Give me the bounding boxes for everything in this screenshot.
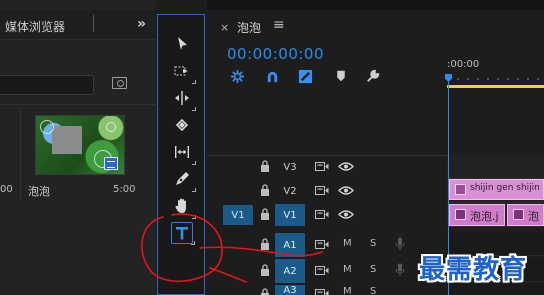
lock-icon[interactable]: [260, 160, 270, 172]
slip-icon[interactable]: [171, 141, 196, 165]
arrow-pointer-icon[interactable]: [171, 33, 193, 55]
thumbnail-placeholder: [52, 126, 82, 154]
fx-badge-icon: [455, 184, 466, 195]
track-name-v3[interactable]: V3: [275, 156, 305, 178]
text-clip-v2[interactable]: shijin gen shijin sa: [449, 179, 544, 200]
track-header-v3: V3: [207, 155, 447, 179]
media-search-input[interactable]: [0, 75, 94, 95]
media-divider-vertical: [20, 108, 21, 200]
time-ruler[interactable]: :00:00: [447, 44, 544, 88]
toggle-sync-lock-icon[interactable]: [315, 185, 329, 196]
lock-icon[interactable]: [260, 288, 270, 295]
lock-icon[interactable]: [260, 208, 270, 220]
tool-submenu-indicator: [192, 80, 196, 84]
toggle-sync-lock-icon[interactable]: [315, 288, 329, 295]
eye-icon[interactable]: [338, 161, 354, 172]
toggle-sync-lock-icon[interactable]: [315, 209, 329, 220]
double-chevron-right-icon[interactable]: »: [137, 16, 146, 32]
tool-submenu-indicator: [191, 241, 195, 245]
lock-icon[interactable]: [260, 238, 270, 250]
tool-submenu-indicator: [192, 188, 196, 192]
pen-icon[interactable]: [171, 168, 196, 192]
lock-icon[interactable]: [260, 264, 270, 276]
linked-selection-icon[interactable]: [297, 68, 313, 84]
eye-icon[interactable]: [338, 209, 354, 220]
solo-button[interactable]: S: [370, 264, 376, 275]
track-name-v2[interactable]: V2: [275, 180, 305, 202]
toggle-sync-lock-icon[interactable]: [315, 265, 329, 276]
track-lane-v3[interactable]: [447, 155, 544, 179]
tool-submenu-indicator: [192, 107, 196, 111]
panel-menu-icon[interactable]: ≡: [273, 17, 285, 33]
clip-duration-fragment: 00: [0, 184, 13, 195]
hand-icon[interactable]: [171, 195, 196, 219]
track-name-a1[interactable]: A1: [275, 233, 305, 257]
clip-label: 泡: [528, 210, 539, 223]
clip-duration: 5:00: [113, 184, 136, 195]
add-marker-icon[interactable]: [333, 68, 349, 84]
bubble-graphic: [106, 122, 116, 132]
solo-button[interactable]: S: [370, 286, 376, 295]
playhead-timecode[interactable]: 00:00:00:00: [227, 45, 324, 63]
nest-icon[interactable]: [229, 68, 245, 84]
ruler-timecode: :00:00: [447, 59, 480, 70]
mute-button[interactable]: M: [343, 264, 352, 275]
track-select-icon[interactable]: [171, 60, 196, 84]
toggle-sync-lock-icon[interactable]: [315, 239, 329, 250]
close-icon[interactable]: ×: [220, 21, 229, 34]
video-clip-v1-second[interactable]: 泡: [507, 204, 544, 226]
snap-magnet-icon[interactable]: [264, 68, 280, 84]
lock-icon[interactable]: [260, 184, 270, 196]
source-patch-v1[interactable]: V1: [223, 205, 253, 225]
bubble-graphic: [40, 120, 54, 134]
mute-button[interactable]: M: [343, 286, 352, 295]
clip-type-icon: [104, 157, 118, 170]
track-header-v1: V1 V1: [207, 203, 447, 227]
microphone-icon[interactable]: [395, 237, 405, 251]
toggle-sync-lock-icon[interactable]: [315, 161, 329, 172]
sequence-tab[interactable]: 泡泡: [237, 19, 261, 36]
track-name-a2[interactable]: A2: [275, 259, 305, 283]
track-name-a3[interactable]: A3: [275, 285, 305, 295]
eye-icon[interactable]: [338, 185, 354, 196]
fx-badge-icon: [455, 209, 466, 220]
media-browser-tab[interactable]: 媒体浏览器: [5, 18, 65, 35]
solo-button[interactable]: S: [370, 238, 376, 249]
type-T-icon[interactable]: [171, 222, 195, 245]
tool-submenu-indicator: [192, 161, 196, 165]
tools-panel: [157, 14, 205, 295]
clip-label: shijin gen shijin sa: [470, 183, 543, 193]
media-browser-panel: 媒体浏览器 » 00 泡泡 5:00: [0, 0, 156, 295]
video-clip-v1[interactable]: 泡泡.j: [449, 204, 505, 226]
wrench-icon[interactable]: [365, 68, 381, 84]
panel-top-strip: [207, 0, 544, 10]
track-header-a3: A3 M S: [207, 284, 447, 295]
mute-button[interactable]: M: [343, 238, 352, 249]
track-header-a1: A1 M S: [207, 232, 447, 257]
tool-submenu-indicator: [192, 215, 196, 219]
track-name-v1[interactable]: V1: [275, 204, 305, 226]
track-header-v2: V2: [207, 179, 447, 203]
watermark-text: 最需教育: [419, 255, 528, 285]
work-area-bar[interactable]: [447, 85, 544, 88]
clip-label: 泡泡.j: [470, 210, 499, 223]
track-header-a2: A2 M S: [207, 258, 447, 283]
tab-separator: [93, 15, 94, 32]
fx-badge-icon: [513, 209, 524, 220]
ripple-edit-icon[interactable]: [171, 87, 196, 111]
media-divider: [0, 104, 156, 105]
clip-name: 泡泡: [28, 185, 50, 198]
ruler-ticks: [447, 74, 539, 80]
folder-search-icon[interactable]: [112, 77, 127, 89]
razor-icon[interactable]: [171, 114, 193, 136]
microphone-icon[interactable]: [395, 263, 405, 277]
